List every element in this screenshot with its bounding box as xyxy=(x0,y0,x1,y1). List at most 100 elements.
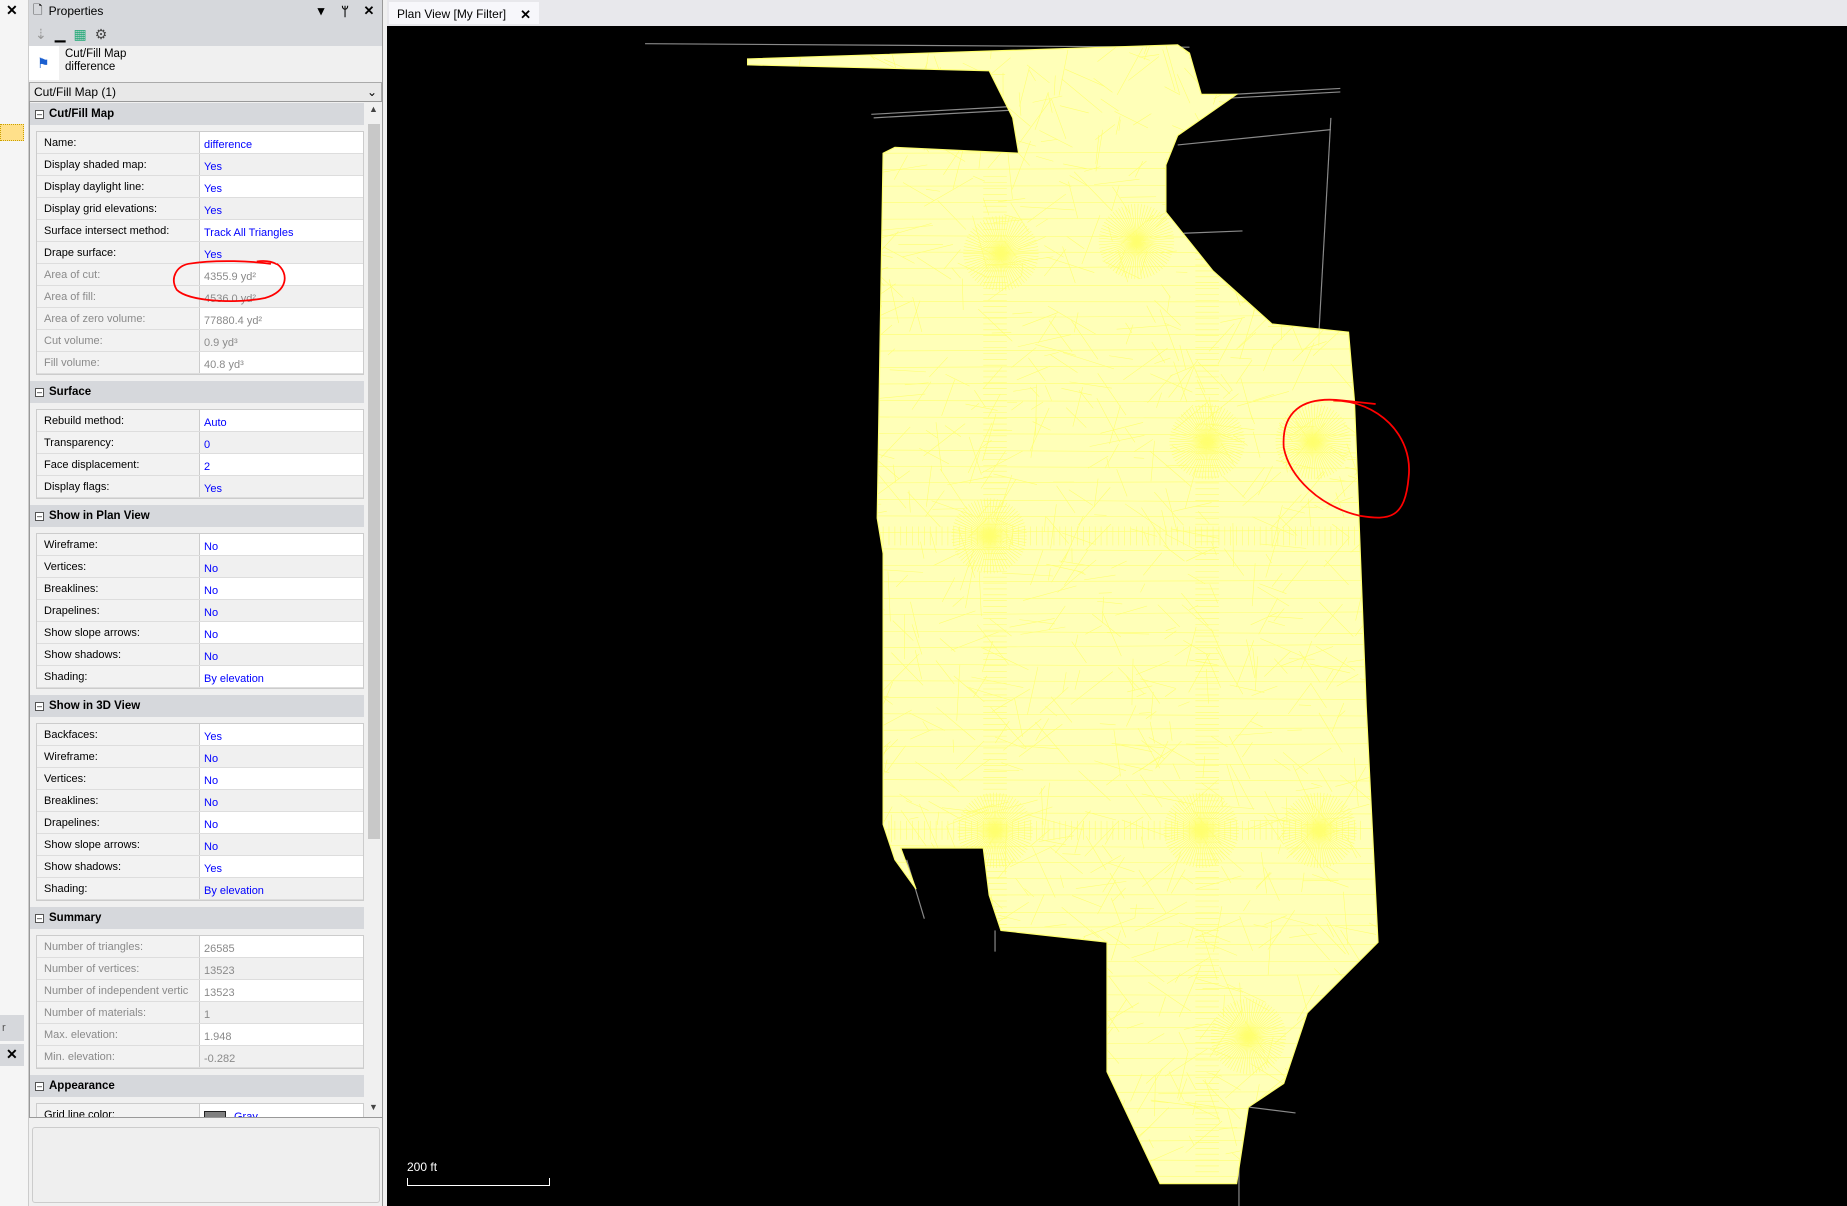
property-value[interactable]: By elevation xyxy=(200,666,363,687)
property-row[interactable]: Shading: By elevation xyxy=(37,666,363,688)
property-row[interactable]: Wireframe: No xyxy=(37,534,363,556)
scroll-down-icon[interactable]: ▼ xyxy=(369,1102,378,1112)
property-row[interactable]: Number of independent vertic 13523 xyxy=(37,980,363,1002)
close-icon[interactable]: ✕ xyxy=(6,2,18,19)
property-value[interactable]: No xyxy=(200,556,363,577)
dock-tab[interactable]: r xyxy=(0,1015,24,1041)
section-title: Surface xyxy=(49,386,92,398)
property-value[interactable]: Gray xyxy=(200,1104,363,1117)
property-value[interactable]: No xyxy=(200,644,363,665)
section-header[interactable]: – Cut/Fill Map xyxy=(30,103,364,125)
property-row[interactable]: Show shadows: No xyxy=(37,644,363,666)
property-row[interactable]: Vertices: No xyxy=(37,556,363,578)
gear-icon[interactable]: ⚙ xyxy=(95,26,108,43)
object-selector-dropdown[interactable]: Cut/Fill Map (1) ⌄ xyxy=(29,82,382,102)
property-value[interactable]: difference xyxy=(200,132,363,153)
property-value: 13523 xyxy=(200,958,363,979)
section-header[interactable]: – Surface xyxy=(30,381,364,403)
property-row[interactable]: Display daylight line: Yes xyxy=(37,176,363,198)
property-value[interactable]: Yes xyxy=(200,242,363,263)
property-value[interactable]: 0 xyxy=(200,432,363,453)
property-row[interactable]: Breaklines: No xyxy=(37,790,363,812)
property-value-text: Yes xyxy=(204,161,222,173)
collapse-icon[interactable]: – xyxy=(35,511,44,521)
property-row[interactable]: Show slope arrows: No xyxy=(37,622,363,644)
property-row[interactable]: Surface intersect method: Track All Trian… xyxy=(37,220,363,242)
property-value[interactable]: No xyxy=(200,812,363,833)
property-row[interactable]: Display shaded map: Yes xyxy=(37,154,363,176)
property-row[interactable]: Transparency: 0 xyxy=(37,432,363,454)
scrollbar[interactable]: ▲ ▼ xyxy=(366,102,382,1117)
property-row[interactable]: Number of triangles: 26585 xyxy=(37,936,363,958)
property-row[interactable]: Max. elevation: 1.948 xyxy=(37,1024,363,1046)
categories-icon[interactable]: ▦ xyxy=(74,26,87,43)
property-value[interactable]: No xyxy=(200,746,363,767)
property-row[interactable]: Cut volume: 0.9 yd³ xyxy=(37,330,363,352)
property-value[interactable]: No xyxy=(200,768,363,789)
section-header[interactable]: – Appearance xyxy=(30,1075,364,1097)
property-row[interactable]: Fill volume: 40.8 yd³ xyxy=(37,352,363,374)
scroll-up-icon[interactable]: ▲ xyxy=(369,104,378,114)
property-value[interactable]: No xyxy=(200,600,363,621)
close-icon[interactable]: ✕ xyxy=(360,3,378,19)
collapse-icon[interactable]: ▁ xyxy=(55,26,66,43)
section-header[interactable]: – Show in 3D View xyxy=(30,695,364,717)
property-row[interactable]: Rebuild method: Auto xyxy=(37,410,363,432)
property-value[interactable]: By elevation xyxy=(200,878,363,899)
property-row[interactable]: Drape surface: Yes xyxy=(37,242,363,264)
property-value[interactable]: Yes xyxy=(200,198,363,219)
sort-icon[interactable]: ⇣ xyxy=(35,26,47,43)
property-value[interactable]: Auto xyxy=(200,410,363,431)
collapse-icon[interactable]: – xyxy=(35,913,44,923)
property-label: Show slope arrows: xyxy=(37,622,200,643)
property-value[interactable]: No xyxy=(200,622,363,643)
property-value[interactable]: No xyxy=(200,578,363,599)
property-value[interactable]: No xyxy=(200,790,363,811)
collapse-icon[interactable]: – xyxy=(35,1081,44,1091)
property-row[interactable]: Show shadows: Yes xyxy=(37,856,363,878)
property-row[interactable]: Drapelines: No xyxy=(37,600,363,622)
pin-icon[interactable]: ᛘ xyxy=(336,4,354,19)
collapse-icon[interactable]: – xyxy=(35,701,44,711)
property-value[interactable]: 2 xyxy=(200,454,363,475)
property-value[interactable]: Yes xyxy=(200,176,363,197)
property-row[interactable]: Drapelines: No xyxy=(37,812,363,834)
dropdown-icon[interactable]: ▾ xyxy=(312,3,330,19)
property-row[interactable]: Wireframe: No xyxy=(37,746,363,768)
property-row[interactable]: Number of materials: 1 xyxy=(37,1002,363,1024)
property-row[interactable]: Display grid elevations: Yes xyxy=(37,198,363,220)
property-row[interactable]: Show slope arrows: No xyxy=(37,834,363,856)
color-swatch[interactable] xyxy=(204,1111,226,1117)
property-row[interactable]: Area of cut: 4355.9 yd² xyxy=(37,264,363,286)
property-value[interactable]: No xyxy=(200,534,363,555)
property-row[interactable]: Name: difference xyxy=(37,132,363,154)
property-row[interactable]: Area of zero volume: 77880.4 yd² xyxy=(37,308,363,330)
collapse-icon[interactable]: – xyxy=(35,387,44,397)
tab-plan-view[interactable]: Plan View [My Filter] ✕ xyxy=(389,2,540,24)
property-row[interactable]: Shading: By elevation xyxy=(37,878,363,900)
section-rows: Wireframe: No Vertices: No Breaklines: No Drap… xyxy=(36,533,364,689)
property-value[interactable]: Yes xyxy=(200,724,363,745)
property-row[interactable]: Display flags: Yes xyxy=(37,476,363,498)
highlighted-item[interactable] xyxy=(0,124,24,141)
property-row[interactable]: Face displacement: 2 xyxy=(37,454,363,476)
scrollbar-thumb[interactable] xyxy=(368,124,380,839)
property-row[interactable]: Backfaces: Yes xyxy=(37,724,363,746)
property-value[interactable]: No xyxy=(200,834,363,855)
property-row[interactable]: Vertices: No xyxy=(37,768,363,790)
property-value[interactable]: Yes xyxy=(200,154,363,175)
close-icon[interactable]: ✕ xyxy=(0,1044,24,1066)
property-value[interactable]: Yes xyxy=(200,856,363,877)
property-row[interactable]: Area of fill: 4536.0 yd² xyxy=(37,286,363,308)
property-row[interactable]: Number of vertices: 13523 xyxy=(37,958,363,980)
property-value[interactable]: Yes xyxy=(200,476,363,497)
property-row[interactable]: Min. elevation: -0.282 xyxy=(37,1046,363,1068)
map-canvas[interactable] xyxy=(387,26,1847,1206)
collapse-icon[interactable]: – xyxy=(35,109,44,119)
property-row[interactable]: Grid line color: Gray xyxy=(37,1104,363,1117)
close-icon[interactable]: ✕ xyxy=(520,7,531,22)
property-value[interactable]: Track All Triangles xyxy=(200,220,363,241)
property-row[interactable]: Breaklines: No xyxy=(37,578,363,600)
section-header[interactable]: – Summary xyxy=(30,907,364,929)
section-header[interactable]: – Show in Plan View xyxy=(30,505,364,527)
